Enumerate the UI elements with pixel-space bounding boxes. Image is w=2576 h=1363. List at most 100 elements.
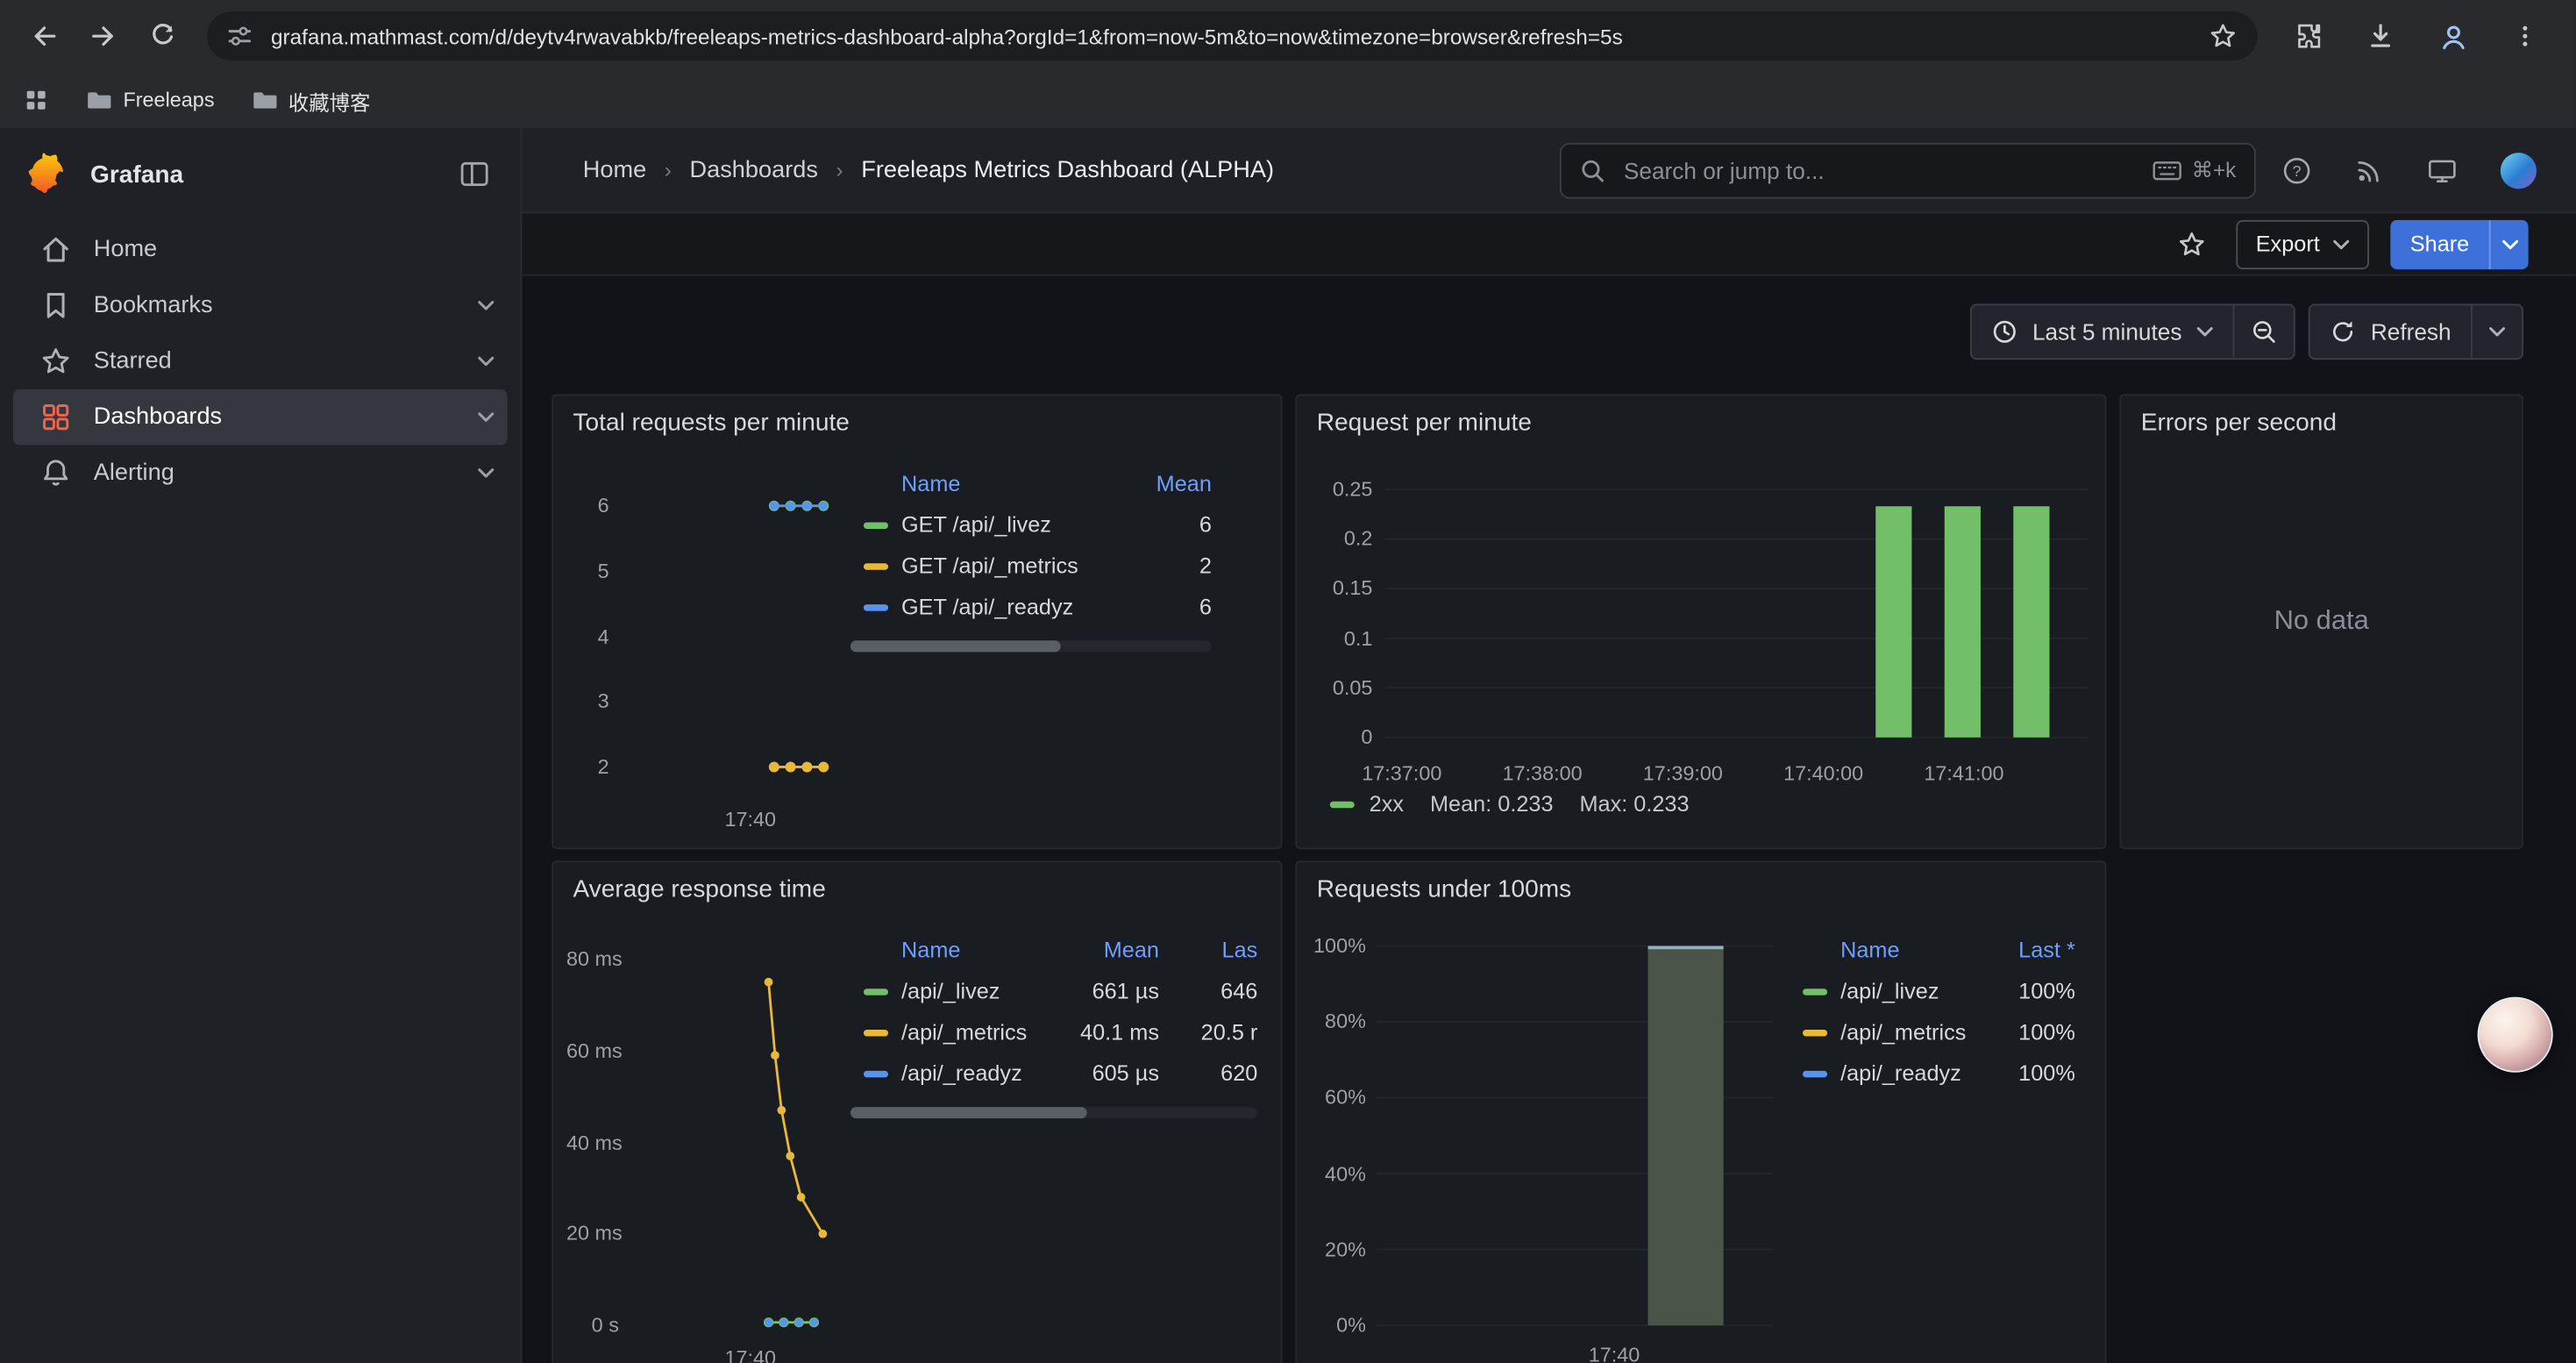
kebab-menu-icon [2512,23,2538,49]
time-range-picker[interactable]: Last 5 minutes [1972,305,2233,358]
legend-series[interactable]: /api/_metrics [1790,1020,1976,1045]
legend-series[interactable]: GET /api/_livez [850,512,1136,537]
zoom-out-button[interactable] [2233,305,2294,358]
extensions-button[interactable] [2281,8,2337,64]
legend-row: /api/_metrics100% [1790,1011,2075,1053]
scrollbar-thumb[interactable] [850,640,1060,652]
legend-column-header[interactable]: Las [1159,937,1257,961]
url-input[interactable] [267,22,2193,50]
legend-header-row: NameMean [850,461,1212,504]
refresh-button[interactable]: Refresh [2310,305,2472,358]
browser-menu-button[interactable] [2497,8,2553,64]
series-name: GET /api/_readyz [901,595,1073,619]
browser-actions [2274,8,2559,64]
profile-button[interactable] [2425,8,2481,64]
bookmark-star-icon[interactable] [2209,21,2238,51]
downloads-button[interactable] [2352,8,2409,64]
refresh-interval-button[interactable] [2471,305,2522,358]
legend-column-header[interactable]: Name [850,470,1136,495]
panel-average-response-time: Average response time 80 ms60 ms40 ms20 … [551,860,1282,1363]
sidebar-item-label: Home [94,237,157,263]
legend-column-header[interactable]: Mean [1052,937,1159,961]
display-icon[interactable] [2427,155,2459,185]
sidebar-item-alerting[interactable]: Alerting [13,445,508,501]
legend-series[interactable]: /api/_livez [850,979,1052,1003]
legend-row: GET /api/_metrics2 [850,546,1212,587]
download-icon [2366,21,2395,51]
legend-series[interactable]: GET /api/_metrics [850,553,1136,578]
star-icon [2177,229,2207,259]
search-box[interactable]: ⌘+k [1560,142,2256,198]
legend-value: 646 [1159,979,1257,1003]
share-button[interactable]: Share [2390,219,2528,268]
grafana-logo[interactable] [25,153,68,196]
legend-column-header[interactable]: Mean [1136,470,1212,495]
share-menu-button[interactable] [2489,219,2529,268]
sidebar-item-bookmarks[interactable]: Bookmarks [13,277,508,333]
bookmark-folder-blogs[interactable]: 收藏博客 [251,84,371,116]
address-bar[interactable] [207,11,2258,61]
legend-value: 620 [1159,1061,1257,1086]
series-name: GET /api/_metrics [901,553,1078,578]
user-avatar[interactable] [2501,152,2537,188]
panel-title[interactable]: Request per minute [1317,409,1532,437]
star-icon [39,345,72,377]
scrollbar-thumb[interactable] [850,1107,1086,1118]
site-settings-icon[interactable] [226,23,253,49]
legend-series[interactable]: /api/_readyz [1790,1061,1976,1086]
series-name: /api/_readyz [1840,1061,1961,1086]
total-requests-plot [566,468,849,839]
back-button[interactable] [17,8,73,64]
legend-row: GET /api/_readyz6 [850,586,1212,627]
refresh-group: Refresh [2309,303,2523,360]
breadcrumb-separator: › [665,158,672,182]
help-icon[interactable]: ? [2282,155,2312,185]
legend-scrollbar[interactable] [850,640,1212,652]
bookmark-folder-freeleaps[interactable]: Freeleaps [85,87,214,113]
reload-icon [148,21,178,51]
grafana-app: Grafana Home Bookmarks Starred [0,128,2576,1363]
legend-scrollbar[interactable] [850,1107,1257,1118]
favorite-dashboard-button[interactable] [2168,221,2214,267]
legend-value: 100% [1976,1020,2074,1045]
series-label[interactable]: 2xx [1370,792,1404,817]
export-button[interactable]: Export [2236,219,2369,268]
chevron-down-icon [478,356,495,366]
chevron-down-icon [478,301,495,310]
bell-icon [39,457,72,489]
search-input[interactable] [1620,155,2138,185]
sidebar-item-label: Bookmarks [94,292,213,318]
legend-table: NameLast */api/_livez100%/api/_metrics10… [1790,928,2089,1094]
panel-title[interactable]: Requests under 100ms [1317,875,1571,903]
legend-table: NameMeanLas/api/_livez661 µs646/api/_met… [850,928,1270,1118]
legend-value: 20.5 r [1159,1020,1257,1045]
floating-avatar[interactable] [2478,997,2553,1073]
bookmark-icon [39,289,72,322]
sidebar-item-label: Alerting [94,460,174,486]
sidebar-item-home[interactable]: Home [13,222,508,278]
apps-grid-icon[interactable] [23,87,49,113]
news-icon[interactable] [2354,155,2384,185]
search-icon [1579,157,1605,183]
series-color-dash [864,1029,888,1035]
sidebar-item-starred[interactable]: Starred [13,333,508,389]
legend-series[interactable]: GET /api/_readyz [850,595,1136,619]
legend-column-header[interactable]: Last * [1976,937,2074,961]
series-name: /api/_readyz [901,1061,1022,1086]
breadcrumb-dashboards[interactable]: Dashboards [690,157,818,183]
reload-button[interactable] [135,8,191,64]
legend-row: /api/_metrics40.1 ms20.5 r [850,1011,1257,1053]
sidebar-item-label: Starred [94,348,172,375]
legend-series[interactable]: /api/_metrics [850,1020,1052,1045]
legend-column-header[interactable]: Name [1790,937,1976,961]
legend-series[interactable]: /api/_readyz [850,1061,1052,1086]
panel-title[interactable]: Average response time [573,875,826,903]
breadcrumb-home[interactable]: Home [583,157,646,183]
legend-series[interactable]: /api/_livez [1790,979,1976,1003]
forward-button[interactable] [75,8,132,64]
sidebar-item-dashboards[interactable]: Dashboards [13,389,508,446]
legend-column-header[interactable]: Name [850,937,1052,961]
panel-title[interactable]: Total requests per minute [573,409,850,437]
sidebar-nav: Home Bookmarks Starred Dashboards [0,203,521,501]
collapse-sidebar-icon[interactable] [458,158,490,190]
